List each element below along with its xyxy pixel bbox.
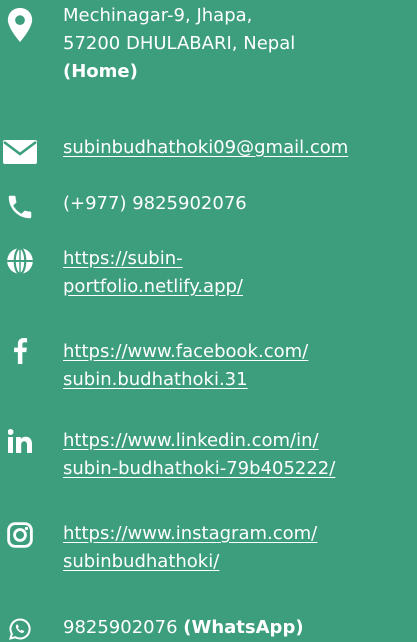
whatsapp-number: 9825902076: [63, 617, 178, 638]
address-line-1: Mechinagar-9, Jhapa,: [63, 5, 253, 26]
map-pin-icon: [0, 8, 40, 42]
whatsapp-text: 9825902076 (WhatsApp): [63, 614, 417, 642]
globe-icon: [0, 247, 40, 275]
linkedin-link-line-2: subin-budhathoki-79b405222/: [63, 458, 336, 479]
linkedin-icon: [0, 429, 40, 453]
website-link[interactable]: https://subin- portfolio.netlify.app/: [63, 245, 417, 301]
facebook-text: https://www.facebook.com/ subin.budhatho…: [63, 338, 417, 394]
linkedin-text: https://www.linkedin.com/in/ subin-budha…: [63, 427, 417, 483]
facebook-icon: [0, 338, 40, 364]
instagram-link[interactable]: https://www.instagram.com/ subinbudhatho…: [63, 520, 417, 576]
whatsapp-icon: [0, 617, 40, 641]
address-text: Mechinagar-9, Jhapa, 57200 DHULABARI, Ne…: [63, 2, 417, 86]
email-text: subinbudhathoki09@gmail.com: [63, 134, 417, 162]
address-note: (Home): [63, 61, 138, 82]
linkedin-link-line-1: https://www.linkedin.com/in/: [63, 430, 319, 451]
website-link-line-1: https://subin-: [63, 248, 183, 269]
contact-list: Mechinagar-9, Jhapa, 57200 DHULABARI, Ne…: [0, 0, 417, 640]
facebook-link-line-1: https://www.facebook.com/: [63, 341, 309, 362]
facebook-link[interactable]: https://www.facebook.com/ subin.budhatho…: [63, 338, 417, 394]
phone-text: (+977) 9825902076: [63, 190, 417, 218]
phone-icon: [0, 192, 40, 222]
website-text: https://subin- portfolio.netlify.app/: [63, 245, 417, 301]
email-link[interactable]: subinbudhathoki09@gmail.com: [63, 134, 417, 162]
instagram-link-line-2: subinbudhathoki/: [63, 551, 220, 572]
envelope-icon: [0, 140, 40, 164]
instagram-link-line-1: https://www.instagram.com/: [63, 523, 318, 544]
phone-number: (+977) 9825902076: [63, 193, 247, 214]
linkedin-link[interactable]: https://www.linkedin.com/in/ subin-budha…: [63, 427, 417, 483]
whatsapp-note: (WhatsApp): [183, 617, 304, 638]
address-line-2: 57200 DHULABARI, Nepal: [63, 33, 296, 54]
facebook-link-line-2: subin.budhathoki.31: [63, 369, 248, 390]
instagram-icon: [0, 522, 40, 548]
website-link-line-2: portfolio.netlify.app/: [63, 276, 243, 297]
instagram-text: https://www.instagram.com/ subinbudhatho…: [63, 520, 417, 576]
